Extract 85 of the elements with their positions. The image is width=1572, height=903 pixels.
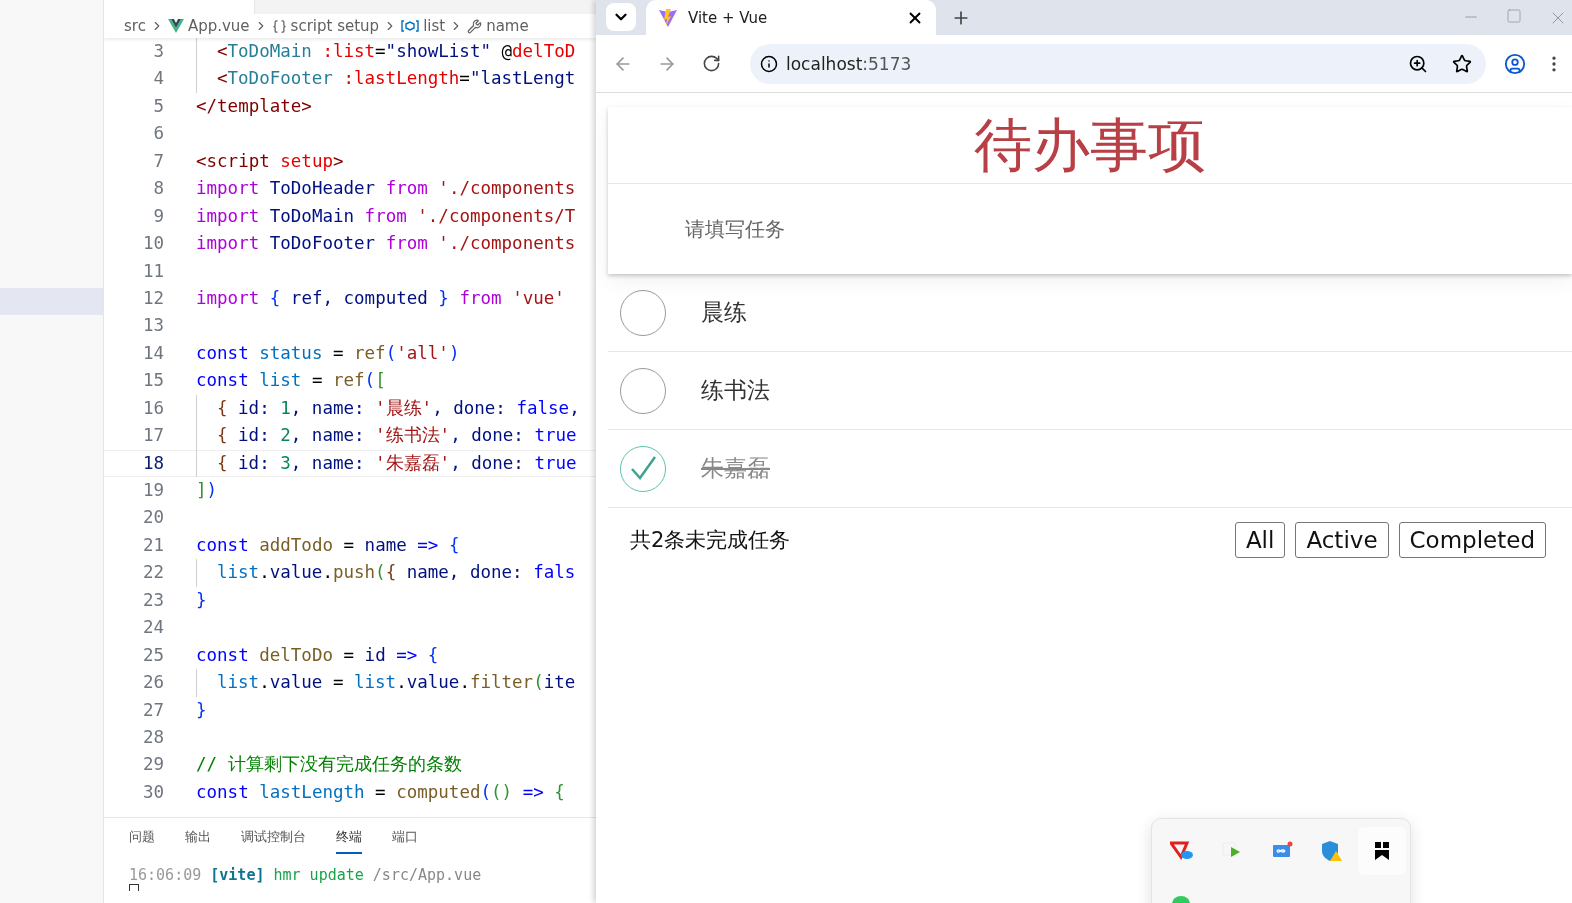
star-icon[interactable]: [1452, 53, 1472, 74]
line-number: 28: [141, 725, 164, 749]
code-line: { id: 1, name: '晨练', done: false,: [196, 394, 580, 423]
todo-name: 朱嘉磊: [701, 454, 770, 483]
code-line: ]): [196, 479, 218, 502]
line-number: 6: [152, 122, 164, 146]
remaining-count: 共2条未完成任务: [630, 527, 792, 554]
line-number: 3: [152, 40, 164, 63]
bookmark-icon[interactable]: [1374, 841, 1390, 861]
filter-button[interactable]: Active: [1295, 522, 1389, 558]
filter-button[interactable]: All: [1234, 522, 1286, 558]
line-number: 21: [141, 533, 164, 557]
line-number: 18: [141, 451, 164, 475]
line-number: 19: [141, 479, 164, 502]
code-line: <ToDoFooter :lastLength="lastLengt: [196, 65, 576, 93]
panel-tab[interactable]: 调试控制台: [241, 822, 306, 854]
code-line: }: [196, 698, 207, 722]
browser-tab[interactable]: Vite + Vue: [646, 0, 936, 35]
line-number: 5: [152, 94, 164, 118]
line-number: 9: [152, 204, 164, 228]
code-line: <script setup>: [196, 149, 344, 173]
line-number: 16: [141, 396, 164, 420]
line-number: 17: [141, 424, 164, 448]
tab-search-button[interactable]: [606, 3, 636, 31]
line-number: 11: [141, 259, 164, 283]
shield-warning-icon[interactable]: [1321, 840, 1343, 862]
code-line: const list = ref([: [196, 369, 386, 393]
line-number: 29: [141, 753, 164, 777]
wrench-icon: [467, 18, 483, 34]
breadcrumb-item[interactable]: list: [423, 17, 446, 35]
terminal-line: 16:06:09 [vite] hmr update /src/App.vue: [129, 866, 483, 884]
code-line: const status = ref('all'): [196, 341, 460, 365]
line-number: 26: [141, 671, 164, 695]
breadcrumb-item[interactable]: script setup: [290, 17, 380, 35]
line-number: 7: [152, 149, 164, 173]
address-bar[interactable]: localhost:5173: [750, 43, 1486, 84]
line-number: 13: [141, 314, 164, 338]
reload-icon[interactable]: [701, 54, 721, 73]
code-line: }: [196, 588, 207, 612]
code-line: import ToDoMain from './components/T: [196, 204, 576, 228]
todo-name: 练书法: [701, 376, 770, 405]
todo-name: 晨练: [701, 298, 747, 327]
line-number: 12: [141, 286, 164, 310]
breadcrumb-item[interactable]: src: [124, 17, 146, 35]
variable-icon: [401, 19, 420, 33]
braces-icon: [271, 18, 287, 34]
code-line: list.value.push({ name, done: fals: [196, 559, 576, 587]
task-input[interactable]: 请填写任务: [608, 184, 1572, 274]
panel-tab[interactable]: 问题: [129, 822, 155, 854]
panel-tab[interactable]: 输出: [185, 822, 211, 854]
zoom-icon[interactable]: [1408, 53, 1428, 74]
line-number: 24: [141, 616, 164, 640]
line-number: 25: [141, 643, 164, 667]
line-number: 14: [141, 341, 164, 365]
line-number: 10: [141, 232, 164, 256]
code-line: list.value = list.value.filter(ite: [196, 669, 576, 697]
code-line: import ToDoHeader from './components: [196, 177, 576, 201]
line-number: 15: [141, 369, 164, 393]
panel-tab[interactable]: 端口: [392, 822, 418, 854]
filter-button[interactable]: Completed: [1398, 522, 1546, 558]
code-line: import ToDoFooter from './components: [196, 232, 576, 256]
code-line: const addTodo = name => {: [196, 533, 460, 557]
breadcrumb-item[interactable]: App.vue: [187, 17, 250, 35]
code-line: { id: 2, name: '练书法', done: true: [196, 422, 577, 450]
line-number: 27: [141, 698, 164, 722]
profile-icon[interactable]: [1504, 52, 1526, 75]
line-number: 20: [141, 506, 164, 530]
code-line: const lastLength = computed(() => {: [196, 780, 565, 804]
terminal-cursor: [129, 884, 139, 891]
info-icon[interactable]: [760, 54, 778, 73]
line-number: 30: [141, 780, 164, 804]
line-number: 4: [152, 67, 164, 91]
panel-tab[interactable]: 终端: [336, 822, 362, 854]
line-number: 22: [141, 561, 164, 585]
code-line: import { ref, computed } from 'vue': [196, 286, 565, 310]
line-number: 23: [141, 588, 164, 612]
code-line: { id: 3, name: '朱嘉磊', done: true: [196, 449, 577, 477]
code-line: <ToDoMain :list="showList" @delToD: [196, 38, 576, 66]
vite-logo-icon: [658, 7, 678, 28]
vue-logo-icon: [167, 19, 184, 33]
code-line: // 计算剩下没有完成任务的条数: [196, 753, 462, 777]
code-line: const delToDo = id => {: [196, 643, 439, 667]
code-line: </template>: [196, 94, 312, 118]
breadcrumb-item[interactable]: name: [486, 17, 529, 35]
line-number: 8: [152, 177, 164, 201]
